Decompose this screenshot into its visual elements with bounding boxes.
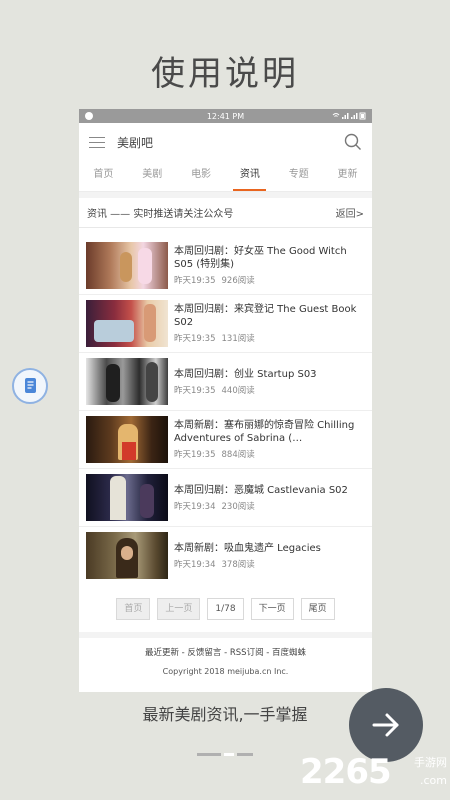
tab-news[interactable]: 资讯 bbox=[225, 161, 274, 191]
next-arrow-button[interactable] bbox=[349, 688, 423, 762]
news-list: 本周回归剧：好女巫 The Good Witch S05 (特别集) 昨天19:… bbox=[79, 237, 372, 584]
tab-home[interactable]: 首页 bbox=[79, 161, 128, 191]
news-thumbnail bbox=[86, 416, 168, 463]
news-item[interactable]: 本周回归剧：好女巫 The Good Witch S05 (特别集) 昨天19:… bbox=[79, 237, 372, 295]
menu-icon[interactable] bbox=[89, 136, 105, 148]
pagination: 首页 上一页 1/78 下一页 尾页 bbox=[79, 598, 372, 620]
last-page-button[interactable]: 尾页 bbox=[300, 598, 335, 620]
news-title: 本周新剧：吸血鬼遗产 Legacies bbox=[174, 542, 321, 554]
search-icon[interactable] bbox=[344, 133, 362, 151]
page-indicator-dots bbox=[197, 753, 253, 757]
tab-movies[interactable]: 电影 bbox=[177, 161, 226, 191]
watermark-text: 手游网 bbox=[414, 756, 447, 769]
status-time: 12:41 PM bbox=[206, 111, 245, 121]
app-title: 美剧吧 bbox=[117, 135, 154, 150]
prev-page-button[interactable]: 上一页 bbox=[157, 598, 201, 620]
watermark-suffix: .com bbox=[420, 774, 447, 787]
notification-icon bbox=[85, 112, 93, 120]
site-watermark: 2265 手游网 .com bbox=[300, 752, 450, 796]
notice-text: 资讯 —— 实时推送请关注公众号 bbox=[87, 209, 234, 220]
news-item[interactable]: 本周回归剧：创业 Startup S03 昨天19:35 440阅读 bbox=[79, 353, 372, 411]
news-item[interactable]: 本周新剧：塞布丽娜的惊奇冒险 Chilling Adventures of Sa… bbox=[79, 411, 372, 469]
document-icon[interactable] bbox=[12, 368, 48, 404]
news-time: 昨天19:35 bbox=[174, 276, 216, 286]
news-thumbnail bbox=[86, 358, 168, 405]
news-reads: 884阅读 bbox=[221, 450, 255, 460]
copyright: Copyright 2018 meijuba.cn Inc. bbox=[162, 667, 289, 676]
news-time: 昨天19:35 bbox=[174, 334, 216, 344]
app-bar: 美剧吧 bbox=[79, 123, 372, 161]
news-reads: 440阅读 bbox=[221, 385, 255, 396]
news-time: 昨天19:34 bbox=[174, 559, 216, 570]
category-tabs: 首页 美剧 电影 资讯 专题 更新 bbox=[79, 161, 372, 192]
news-reads: 378阅读 bbox=[221, 559, 255, 570]
tab-us-series[interactable]: 美剧 bbox=[128, 161, 177, 191]
news-title: 本周回归剧：创业 Startup S03 bbox=[174, 368, 317, 380]
news-time: 昨天19:35 bbox=[174, 385, 216, 396]
next-page-button[interactable]: 下一页 bbox=[250, 598, 294, 620]
news-title: 本周新剧：塞布丽娜的惊奇冒险 Chilling Adventures of Sa… bbox=[174, 420, 355, 444]
news-item[interactable]: 本周回归剧：来宾登记 The Guest Book S02 昨天19:35 131… bbox=[79, 295, 372, 353]
page-indicator: 1/78 bbox=[207, 598, 244, 620]
news-item[interactable]: 本周新剧：吸血鬼遗产 Legacies 昨天19:34 378阅读 bbox=[79, 527, 372, 584]
news-reads: 926阅读 bbox=[221, 276, 255, 286]
watermark-number: 2265 bbox=[300, 752, 392, 792]
news-item[interactable]: 本周回归剧：恶魔城 Castlevania S02 昨天19:34 230阅读 bbox=[79, 469, 372, 527]
news-title: 本周回归剧：来宾登记 The Guest Book S02 bbox=[174, 304, 357, 328]
tab-topics[interactable]: 专题 bbox=[274, 161, 323, 191]
status-bar: 12:41 PM bbox=[79, 109, 372, 123]
signal-icon bbox=[332, 111, 366, 122]
news-time: 昨天19:35 bbox=[174, 450, 216, 460]
page-title: 使用说明 bbox=[151, 54, 299, 94]
news-title: 本周回归剧：好女巫 The Good Witch S05 (特别集) bbox=[174, 246, 347, 270]
news-reads: 131阅读 bbox=[221, 334, 255, 344]
back-link[interactable]: 返回> bbox=[336, 205, 364, 220]
news-thumbnail bbox=[86, 300, 168, 347]
news-reads: 230阅读 bbox=[221, 501, 255, 512]
footer-links[interactable]: 最近更新 - 反馈留言 - RSS订阅 - 百度蜘蛛 bbox=[79, 646, 372, 658]
notice-bar: 资讯 —— 实时推送请关注公众号 返回> bbox=[79, 198, 372, 228]
news-time: 昨天19:34 bbox=[174, 501, 216, 512]
news-thumbnail bbox=[86, 242, 168, 289]
tab-updates[interactable]: 更新 bbox=[323, 161, 372, 191]
phone-screenshot: 12:41 PM 美剧吧 首页 美剧 电影 资讯 专题 更新 资讯 —— 实时推… bbox=[79, 109, 372, 692]
news-thumbnail bbox=[86, 474, 168, 521]
news-thumbnail bbox=[86, 532, 168, 579]
arrow-right-icon bbox=[372, 713, 399, 737]
news-title: 本周回归剧：恶魔城 Castlevania S02 bbox=[174, 484, 348, 496]
first-page-button[interactable]: 首页 bbox=[116, 598, 151, 620]
